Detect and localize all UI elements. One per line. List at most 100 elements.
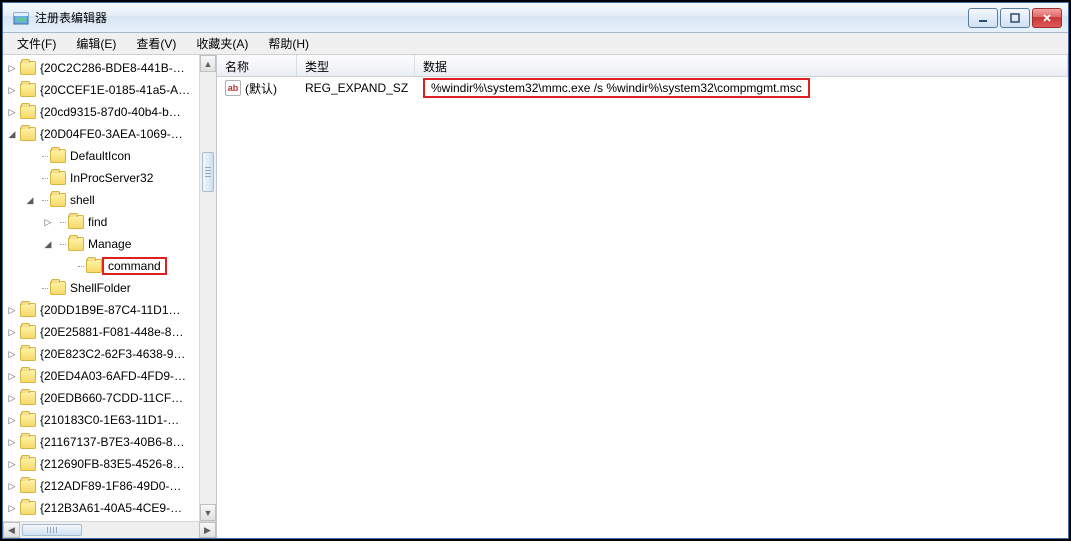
window-title: 注册表编辑器 [35, 9, 968, 26]
folder-icon [20, 413, 36, 427]
expand-icon[interactable]: ▷ [41, 215, 55, 229]
list-header[interactable]: 名称 类型 数据 [217, 55, 1068, 77]
folder-icon [50, 193, 66, 207]
column-data[interactable]: 数据 [415, 55, 1068, 76]
tree-vertical-scrollbar[interactable]: ▲ ▼ [199, 55, 216, 521]
menu-edit[interactable]: 编辑(E) [66, 33, 126, 54]
tree-item-label: {20E25881-F081-448e-8… [40, 325, 183, 339]
expand-icon[interactable]: ▷ [5, 105, 19, 119]
menu-favorites[interactable]: 收藏夹(A) [186, 33, 258, 54]
tree-item-label: shell [70, 193, 95, 207]
tree-item-label: InProcServer32 [70, 171, 153, 185]
tree-item[interactable]: ◢ {20D04FE0-3AEA-1069-… [3, 123, 216, 145]
tree-item[interactable]: ▷DefaultIcon [3, 145, 216, 167]
expand-icon[interactable]: ▷ [5, 391, 19, 405]
expand-icon[interactable]: ▷ [5, 347, 19, 361]
tree-item-label: {20C2C286-BDE8-441B-… [40, 61, 185, 75]
tree-item[interactable]: ▷ {21167137-B7E3-40B6-8… [3, 431, 216, 453]
scroll-thumb[interactable] [22, 524, 82, 536]
folder-icon [50, 281, 66, 295]
column-type[interactable]: 类型 [297, 55, 415, 76]
scroll-down-arrow[interactable]: ▼ [200, 504, 216, 521]
expand-icon[interactable]: ▷ [5, 413, 19, 427]
tree-item[interactable]: ▷ {212ADF89-1F86-49D0-… [3, 475, 216, 497]
scroll-track[interactable] [20, 522, 199, 538]
titlebar[interactable]: 注册表编辑器 [3, 3, 1068, 33]
column-name[interactable]: 名称 [217, 55, 297, 76]
folder-icon [20, 501, 36, 515]
expand-icon[interactable]: ▷ [5, 457, 19, 471]
tree-item[interactable]: ▷{20cd9315-87d0-40b4-b… [3, 101, 216, 123]
tree-item-label: {212ADF89-1F86-49D0-… [40, 479, 181, 493]
tree-item[interactable]: ▷ {20C2C286-BDE8-441B-… [3, 57, 216, 79]
expand-icon[interactable]: ▷ [5, 325, 19, 339]
expand-icon[interactable]: ▷ [5, 479, 19, 493]
value-name: (默认) [245, 80, 277, 97]
scroll-right-arrow[interactable]: ▶ [199, 522, 216, 538]
menubar: 文件(F) 编辑(E) 查看(V) 收藏夹(A) 帮助(H) [3, 33, 1068, 55]
expand-icon[interactable]: ▷ [5, 83, 19, 97]
collapse-icon[interactable]: ◢ [23, 193, 37, 207]
tree-item[interactable]: ▷ {20E25881-F081-448e-8… [3, 321, 216, 343]
scroll-thumb[interactable] [202, 152, 214, 192]
tree-connector [38, 189, 48, 211]
value-type: REG_EXPAND_SZ [297, 81, 415, 95]
tree-item-label: {21167137-B7E3-40B6-8… [40, 435, 185, 449]
tree-item[interactable]: ▷{20CCEF1E-0185-41a5-A… [3, 79, 216, 101]
scroll-up-arrow[interactable]: ▲ [200, 55, 216, 72]
collapse-icon[interactable]: ◢ [5, 127, 19, 141]
tree-connector [56, 233, 66, 255]
maximize-button[interactable] [1000, 8, 1030, 28]
folder-icon [20, 325, 36, 339]
tree-item[interactable]: ▷ {212690FB-83E5-4526-8… [3, 453, 216, 475]
tree-item-label: command [102, 257, 167, 275]
tree-item[interactable]: ◢ Manage [3, 233, 216, 255]
folder-icon [20, 303, 36, 317]
expand-icon[interactable]: ▷ [5, 501, 19, 515]
folder-icon [20, 347, 36, 361]
tree-item[interactable]: ▷ {210183C0-1E63-11D1-… [3, 409, 216, 431]
expand-icon[interactable]: ▷ [5, 303, 19, 317]
tree-horizontal-scrollbar[interactable]: ◀ ▶ [3, 521, 216, 538]
folder-icon [86, 259, 102, 273]
close-button[interactable] [1032, 8, 1062, 28]
tree-connector [38, 277, 48, 299]
tree-item-label: {20ED4A03-6AFD-4FD9-… [40, 369, 186, 383]
registry-editor-window: 注册表编辑器 文件(F) 编辑(E) 查看(V) 收藏夹(A) 帮助(H) ▷{… [2, 2, 1069, 539]
registry-tree[interactable]: ▷ {20C2C286-BDE8-441B-… ▷{20CCEF1E-0185-41… [3, 55, 216, 521]
menu-file[interactable]: 文件(F) [7, 33, 66, 54]
tree-connector [56, 211, 66, 233]
tree-item-label: {20D04FE0-3AEA-1069-… [40, 127, 183, 141]
tree-item[interactable]: ▷command [3, 255, 216, 277]
tree-item[interactable]: ▷{212B3A61-40A5-4CE9-… [3, 497, 216, 519]
tree-connector [74, 255, 84, 277]
tree-item-label: {20EDB660-7CDD-11CF… [40, 391, 183, 405]
tree-connector [38, 167, 48, 189]
tree-item[interactable]: ▷ShellFolder [3, 277, 216, 299]
folder-icon [20, 435, 36, 449]
collapse-icon[interactable]: ◢ [41, 237, 55, 251]
tree-item-label: DefaultIcon [70, 149, 131, 163]
scroll-left-arrow[interactable]: ◀ [3, 522, 20, 538]
tree-item[interactable]: ▷InProcServer32 [3, 167, 216, 189]
expand-icon[interactable]: ▷ [5, 61, 19, 75]
menu-view[interactable]: 查看(V) [126, 33, 186, 54]
tree-item[interactable]: ▷ {20ED4A03-6AFD-4FD9-… [3, 365, 216, 387]
tree-item-label: {212690FB-83E5-4526-8… [40, 457, 185, 471]
expand-icon[interactable]: ▷ [5, 369, 19, 383]
tree-item-label: Manage [88, 237, 131, 251]
list-row[interactable]: ab(默认)REG_EXPAND_SZ%windir%\system32\mmc… [217, 77, 1068, 99]
list-body[interactable]: ab(默认)REG_EXPAND_SZ%windir%\system32\mmc… [217, 77, 1068, 538]
scroll-track[interactable] [200, 72, 216, 504]
folder-icon [68, 237, 84, 251]
expand-icon[interactable]: ▷ [5, 435, 19, 449]
tree-item[interactable]: ▷ {20EDB660-7CDD-11CF… [3, 387, 216, 409]
tree-item[interactable]: ◢ shell [3, 189, 216, 211]
menu-help[interactable]: 帮助(H) [258, 33, 319, 54]
minimize-button[interactable] [968, 8, 998, 28]
tree-item[interactable]: ▷find [3, 211, 216, 233]
tree-item[interactable]: ▷{20E823C2-62F3-4638-9… [3, 343, 216, 365]
folder-icon [50, 149, 66, 163]
tree-item-label: {210183C0-1E63-11D1-… [40, 413, 179, 427]
tree-item[interactable]: ▷{20DD1B9E-87C4-11D1… [3, 299, 216, 321]
